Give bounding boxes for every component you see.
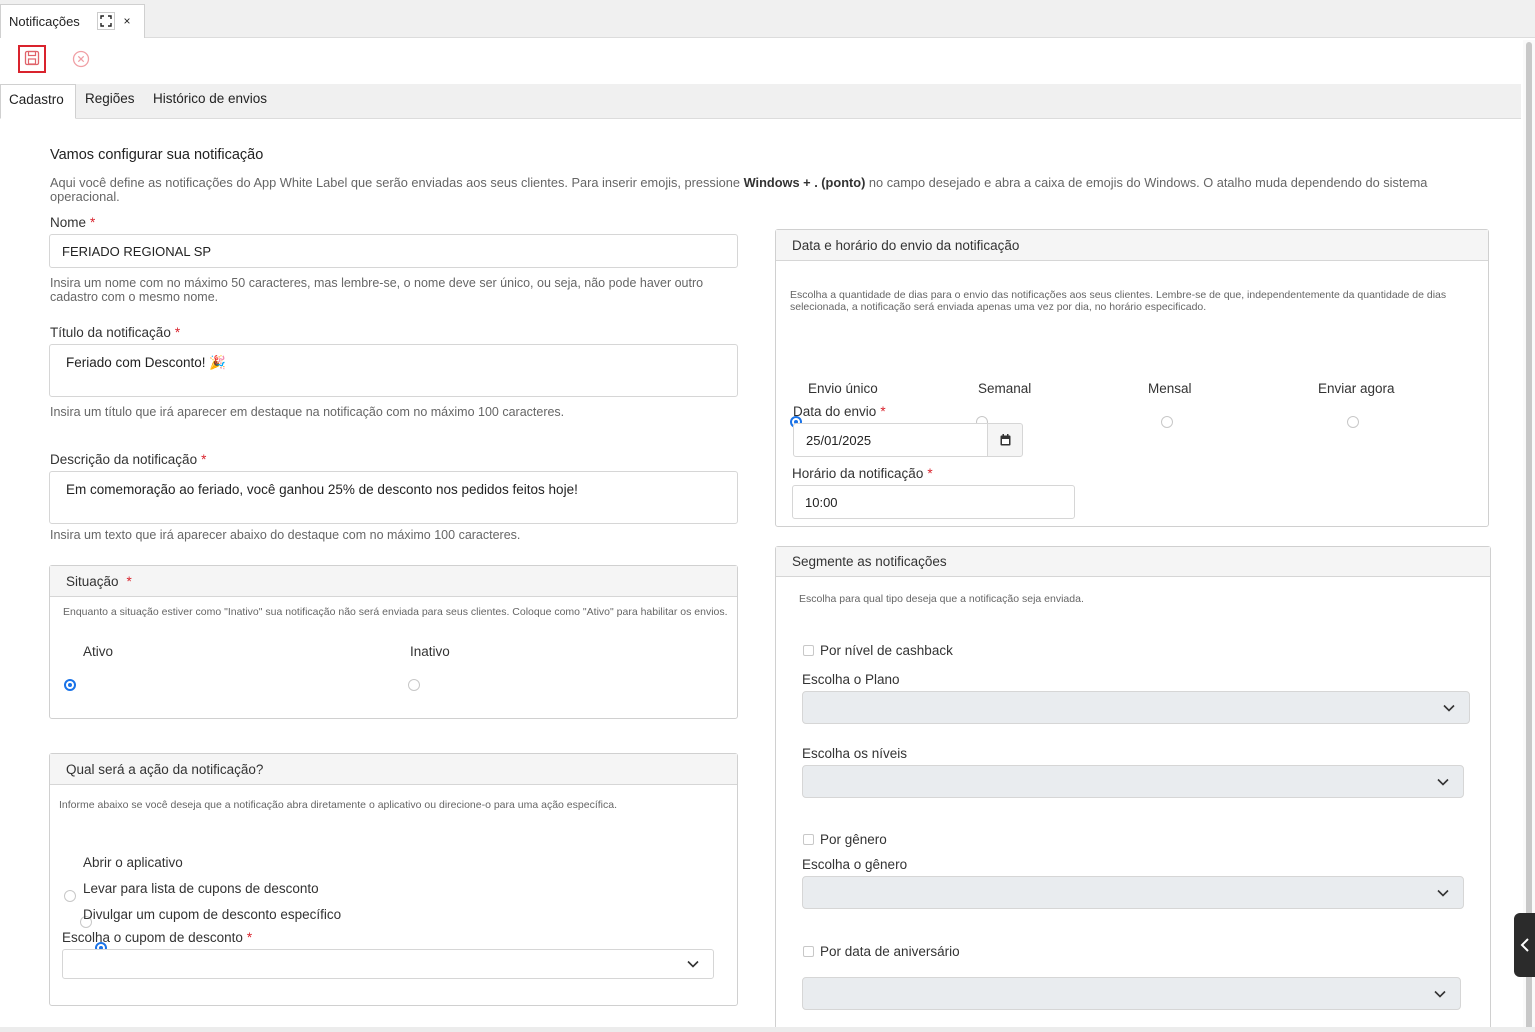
title-input[interactable]: Feriado com Desconto! 🎉 bbox=[49, 344, 738, 397]
floppy-disk-icon bbox=[24, 50, 40, 69]
cashback-checkbox-label: Por nível de cashback bbox=[820, 643, 953, 658]
calendar-button[interactable] bbox=[987, 423, 1023, 457]
cancel-circle-icon bbox=[72, 50, 90, 71]
title-label: Título da notificação * bbox=[50, 325, 181, 340]
action-header: Qual será a ação da notificação? bbox=[50, 754, 737, 785]
schedule-monthly-label: Mensal bbox=[1148, 381, 1192, 396]
name-help: Insira um nome com no máximo 50 caracter… bbox=[50, 276, 704, 304]
coupon-select-label: Escolha o cupom de desconto * bbox=[62, 930, 253, 945]
chevron-down-icon bbox=[1437, 778, 1449, 786]
description-input[interactable]: Em comemoração ao feriado, você ganhou 2… bbox=[49, 471, 738, 524]
description-label: Descrição da notificação * bbox=[50, 452, 207, 467]
levels-select-label: Escolha os níveis bbox=[802, 746, 908, 761]
gender-checkbox-label: Por gênero bbox=[820, 832, 887, 847]
situation-inativo-label: Inativo bbox=[410, 644, 450, 659]
action-help: Informe abaixo se você deseja que a noti… bbox=[59, 799, 618, 811]
birthday-checkbox[interactable] bbox=[803, 946, 814, 957]
calendar-icon bbox=[1000, 434, 1010, 446]
name-label: Nome * bbox=[50, 215, 96, 230]
schedule-now-radio[interactable] bbox=[1346, 416, 1359, 428]
levels-select[interactable] bbox=[802, 765, 1464, 798]
action-panel: Qual será a ação da notificação? Informe… bbox=[49, 753, 738, 1006]
window-tab-notificacoes[interactable]: Notificações × bbox=[0, 4, 145, 38]
send-time-input[interactable]: 10:00 bbox=[792, 485, 1075, 519]
page-title: Vamos configurar sua notificação bbox=[50, 147, 264, 163]
schedule-monthly-radio[interactable] bbox=[1161, 416, 1174, 428]
intro-text: Aqui você define as notificações do App … bbox=[50, 175, 1428, 204]
schedule-header: Data e horário do envio da notificação bbox=[776, 230, 1488, 261]
chevron-down-icon bbox=[1443, 704, 1455, 712]
gender-select-label: Escolha o gênero bbox=[802, 857, 908, 872]
situation-inativo-radio[interactable] bbox=[407, 679, 420, 691]
tab-cadastro[interactable]: Cadastro bbox=[0, 84, 76, 119]
window-tab-title: Notificações bbox=[9, 14, 80, 29]
schedule-weekly-label: Semanal bbox=[978, 381, 1032, 396]
chevron-down-icon bbox=[1437, 889, 1449, 897]
segment-header: Segmente as notificações bbox=[776, 547, 1490, 577]
gender-select[interactable] bbox=[802, 876, 1464, 909]
situation-ativo-label: Ativo bbox=[83, 644, 114, 659]
schedule-single-label: Envio único bbox=[808, 381, 878, 396]
action-open-app-label: Abrir o aplicativo bbox=[83, 855, 183, 870]
situation-ativo-radio[interactable] bbox=[64, 679, 76, 691]
situation-panel: Situação * Enquanto a situação estiver co… bbox=[49, 565, 738, 719]
action-specific-coupon-label: Divulgar um cupom de desconto específico bbox=[83, 907, 342, 922]
segment-help: Escolha para qual tipo deseja que a noti… bbox=[799, 593, 1084, 605]
situation-help: Enquanto a situação estiver como "Inativ… bbox=[63, 606, 728, 618]
tab-regioes[interactable]: Regiões bbox=[77, 84, 143, 119]
chevron-down-icon bbox=[687, 960, 699, 968]
plan-select-label: Escolha o Plano bbox=[802, 672, 900, 687]
send-time-label: Horário da notificação * bbox=[792, 466, 933, 481]
name-input[interactable]: FERIADO REGIONAL SP bbox=[49, 234, 738, 268]
segment-panel: Segmente as notificações Escolha para qu… bbox=[775, 546, 1491, 1032]
chevron-left-icon bbox=[1520, 938, 1529, 952]
cancel-button[interactable] bbox=[71, 50, 91, 70]
expand-icon[interactable] bbox=[97, 12, 115, 30]
coupon-select[interactable] bbox=[62, 949, 714, 979]
save-button[interactable] bbox=[18, 45, 46, 73]
side-panel-toggle[interactable] bbox=[1514, 913, 1535, 977]
situation-header: Situação * bbox=[50, 566, 737, 597]
window-tab-bar bbox=[0, 0, 1535, 38]
cashback-checkbox[interactable] bbox=[803, 645, 814, 656]
bottom-band bbox=[0, 1027, 1535, 1032]
description-help: Insira um texto que irá aparecer abaixo … bbox=[50, 528, 521, 542]
chevron-down-icon bbox=[1434, 990, 1446, 998]
schedule-now-label: Enviar agora bbox=[1318, 381, 1395, 396]
tab-bar: Cadastro Regiões Histórico de envios bbox=[0, 84, 1521, 119]
gender-checkbox[interactable] bbox=[803, 834, 814, 845]
tab-historico-envios[interactable]: Histórico de envios bbox=[145, 84, 275, 119]
send-date-input[interactable]: 25/01/2025 bbox=[793, 423, 988, 457]
send-date-label: Data do envio * bbox=[793, 404, 886, 419]
close-icon[interactable]: × bbox=[118, 12, 136, 30]
title-help: Insira um título que irá aparecer em des… bbox=[50, 405, 565, 419]
schedule-panel: Data e horário do envio da notificação E… bbox=[775, 229, 1489, 527]
action-open-app-radio[interactable] bbox=[64, 890, 76, 902]
action-coupon-list-label: Levar para lista de cupons de desconto bbox=[83, 881, 319, 896]
schedule-help: Escolha a quantidade de dias para o envi… bbox=[790, 289, 1447, 313]
birthday-select[interactable] bbox=[802, 977, 1461, 1010]
birthday-checkbox-label: Por data de aniversário bbox=[820, 944, 960, 959]
scrollbar-thumb[interactable] bbox=[1526, 42, 1532, 1030]
vertical-scrollbar[interactable] bbox=[1523, 40, 1535, 1032]
plan-select[interactable] bbox=[802, 691, 1470, 724]
